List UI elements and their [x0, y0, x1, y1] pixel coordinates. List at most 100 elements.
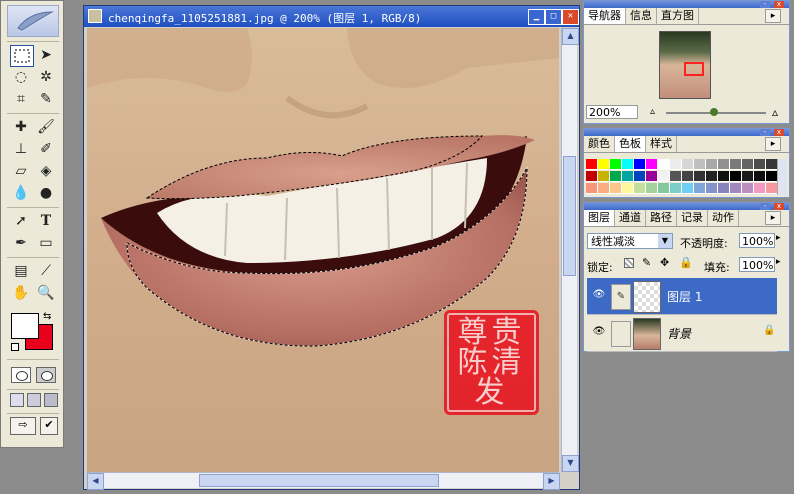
fill-arrow-icon[interactable]: ▸: [776, 257, 781, 267]
color-swatch[interactable]: [622, 171, 634, 182]
color-swatch[interactable]: [682, 159, 694, 170]
tab-layers[interactable]: 图层: [584, 210, 615, 226]
tab-actions[interactable]: 动作: [708, 210, 739, 226]
marquee-tool[interactable]: [10, 45, 34, 67]
color-swatch[interactable]: [586, 171, 598, 182]
brush-link-icon[interactable]: ✎: [611, 284, 631, 310]
layer-row-layer1[interactable]: 👁 ✎ 图层 1: [587, 278, 777, 315]
color-swatch[interactable]: [742, 159, 754, 170]
color-swatch[interactable]: [586, 183, 598, 194]
tab-histogram[interactable]: 直方图: [657, 8, 699, 24]
color-swatch[interactable]: [646, 159, 658, 170]
color-swatch[interactable]: [610, 159, 622, 170]
type-tool[interactable]: T: [35, 211, 57, 231]
move-tool[interactable]: ➤: [35, 45, 57, 65]
layer-name[interactable]: 背景: [667, 325, 691, 342]
color-swatch[interactable]: [694, 159, 706, 170]
magic-wand-tool[interactable]: ✲: [35, 67, 57, 87]
color-swatch[interactable]: [610, 183, 622, 194]
panel-minimize-button[interactable]: -: [760, 203, 770, 210]
tab-styles[interactable]: 样式: [646, 136, 677, 152]
photoshop-feather-logo[interactable]: [7, 5, 59, 37]
pen-tool[interactable]: ✒: [10, 233, 32, 253]
paint-bucket-tool[interactable]: ◈: [35, 161, 57, 181]
navigator-thumbnail[interactable]: [659, 31, 711, 99]
color-swatch[interactable]: [634, 159, 646, 170]
color-swatch[interactable]: [634, 171, 646, 182]
color-swatch[interactable]: [706, 183, 718, 194]
navigator-view-box[interactable]: [684, 62, 704, 76]
tab-paths[interactable]: 路径: [646, 210, 677, 226]
standard-mode-button[interactable]: [11, 367, 31, 383]
lock-all-icon[interactable]: 🔒: [679, 256, 693, 269]
color-swatch[interactable]: [718, 183, 730, 194]
scroll-down-button[interactable]: ▼: [562, 455, 579, 472]
zoom-level-field[interactable]: 200%: [586, 105, 638, 119]
color-swatch[interactable]: [658, 171, 670, 182]
rectangle-tool[interactable]: ▭: [35, 233, 57, 253]
color-swatch[interactable]: [682, 183, 694, 194]
color-swatch[interactable]: [670, 171, 682, 182]
swatch-scrollbar[interactable]: [777, 159, 787, 195]
notes-tool[interactable]: ▤: [10, 261, 32, 281]
color-swatch[interactable]: [682, 171, 694, 182]
lock-paint-icon[interactable]: ✎: [642, 256, 651, 269]
fill-field[interactable]: 100%: [739, 257, 775, 272]
color-swatch[interactable]: [694, 183, 706, 194]
color-swatch[interactable]: [586, 159, 598, 170]
color-swatch[interactable]: [742, 171, 754, 182]
color-swatch[interactable]: [694, 171, 706, 182]
chevron-down-icon[interactable]: ▼: [658, 234, 672, 248]
swap-colors-icon[interactable]: ⇆: [43, 311, 51, 322]
lock-transparency-icon[interactable]: [624, 258, 634, 268]
layer-row-background[interactable]: 👁 背景 🔒: [587, 315, 777, 352]
panel-minimize-button[interactable]: -: [760, 1, 770, 8]
zoom-slider[interactable]: [666, 108, 766, 116]
tab-color[interactable]: 颜色: [584, 136, 615, 152]
color-swatch[interactable]: [622, 159, 634, 170]
tab-swatches[interactable]: 色板: [615, 136, 646, 152]
crop-tool[interactable]: ⌗: [10, 89, 32, 109]
panel-title-bar[interactable]: - x: [584, 203, 789, 210]
zoom-tool[interactable]: 🔍: [35, 283, 57, 303]
panel-close-button[interactable]: x: [774, 129, 784, 136]
color-swatch[interactable]: [706, 171, 718, 182]
dodge-tool[interactable]: ●: [35, 183, 57, 203]
horizontal-scroll-thumb[interactable]: [199, 474, 439, 487]
healing-brush-tool[interactable]: ✚: [10, 117, 32, 137]
panel-title-bar[interactable]: - x: [584, 129, 789, 136]
blend-mode-select[interactable]: 线性减淡 ▼: [587, 233, 673, 249]
lasso-tool[interactable]: ◌: [10, 67, 32, 87]
lock-move-icon[interactable]: ✥: [660, 256, 669, 269]
color-swatch[interactable]: [718, 171, 730, 182]
screen-mode-standard[interactable]: [10, 393, 24, 407]
screen-mode-menu[interactable]: [27, 393, 41, 407]
brush-tool[interactable]: 🖌: [35, 117, 57, 137]
color-swatch[interactable]: [730, 171, 742, 182]
opacity-field[interactable]: 100%: [739, 233, 775, 248]
zoom-in-icon[interactable]: ▵: [772, 105, 778, 119]
zoom-out-icon[interactable]: ▵: [650, 106, 655, 117]
color-swatch[interactable]: [622, 183, 634, 194]
panel-menu-button[interactable]: ▸: [765, 137, 781, 151]
foreground-color-swatch[interactable]: [11, 313, 39, 339]
eraser-tool[interactable]: ▱: [10, 161, 32, 181]
screen-mode-full[interactable]: [44, 393, 58, 407]
jump-to-imageready-button[interactable]: ⇨: [10, 417, 36, 435]
maximize-button[interactable]: □: [545, 9, 562, 25]
path-select-tool[interactable]: ➚: [10, 211, 32, 231]
scroll-up-button[interactable]: ▲: [562, 28, 579, 45]
color-swatch[interactable]: [730, 183, 742, 194]
color-swatch[interactable]: [634, 183, 646, 194]
color-swatch[interactable]: [598, 171, 610, 182]
history-brush-tool[interactable]: ✐: [35, 139, 57, 159]
color-swatch[interactable]: [718, 159, 730, 170]
color-swatch[interactable]: [646, 171, 658, 182]
hand-tool[interactable]: ✋: [10, 283, 32, 303]
minimize-button[interactable]: ▁: [528, 9, 545, 25]
opacity-arrow-icon[interactable]: ▸: [776, 233, 781, 243]
scroll-left-button[interactable]: ◀: [87, 473, 104, 490]
color-swatch[interactable]: [658, 183, 670, 194]
panel-menu-button[interactable]: ▸: [765, 211, 781, 225]
eye-icon[interactable]: 👁: [591, 289, 607, 301]
